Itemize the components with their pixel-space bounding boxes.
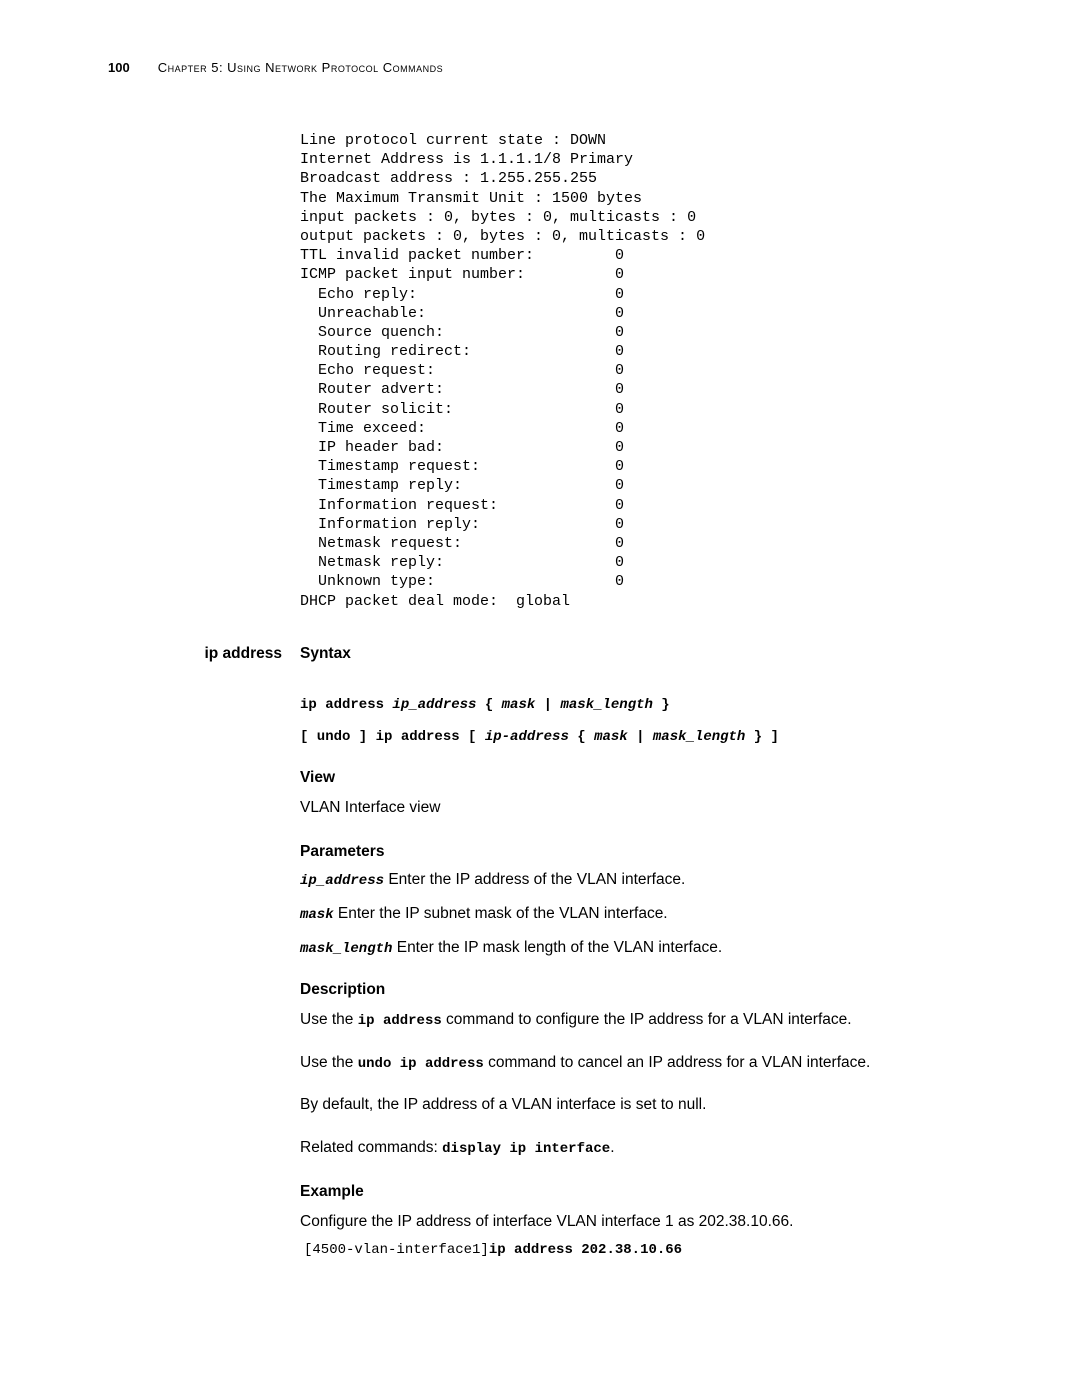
param-desc: Enter the IP address of the VLAN interfa… xyxy=(384,871,685,888)
param-name: mask_length xyxy=(300,941,392,957)
syntax-arg: ip_address xyxy=(392,697,476,713)
inline-code: undo ip address xyxy=(358,1056,484,1072)
description-p3: By default, the IP address of a VLAN int… xyxy=(300,1094,972,1116)
view-heading: View xyxy=(300,769,972,787)
param-name: ip_address xyxy=(300,873,384,889)
syntax-cmd: ip address xyxy=(300,697,392,713)
syntax-arg: ip-address xyxy=(485,729,569,745)
text: Use the xyxy=(300,1054,358,1071)
param-name: mask xyxy=(300,907,334,923)
inline-code: display ip interface xyxy=(442,1141,610,1157)
text: Related commands: xyxy=(300,1139,442,1156)
terminal-output: Line protocol current state : DOWN Inter… xyxy=(300,131,972,611)
syntax-text: | xyxy=(628,729,653,745)
syntax-arg: mask_length xyxy=(560,697,652,713)
example-heading: Example xyxy=(300,1183,972,1201)
text: command to cancel an IP address for a VL… xyxy=(484,1054,871,1071)
page-number: 100 xyxy=(108,60,130,75)
example-cmd: ip address 202.38.10.66 xyxy=(489,1242,682,1258)
syntax-text: } ] xyxy=(745,729,779,745)
syntax-text: } xyxy=(653,697,670,713)
view-text: VLAN Interface view xyxy=(300,797,972,819)
description-heading: Description xyxy=(300,981,972,999)
content: Line protocol current state : DOWN Inter… xyxy=(0,131,1080,1258)
text: command to configure the IP address for … xyxy=(442,1011,852,1028)
example-code: [4500-vlan-interface1]ip address 202.38.… xyxy=(304,1242,972,1258)
text: Use the xyxy=(300,1011,358,1028)
syntax-heading: Syntax xyxy=(300,645,972,663)
inline-code: ip address xyxy=(358,1013,442,1029)
command-name: ip address xyxy=(108,645,300,663)
chapter-title: Chapter 5: Using Network Protocol Comman… xyxy=(158,60,443,75)
description-p4: Related commands: display ip interface. xyxy=(300,1137,972,1159)
syntax-line-1: ip address ip_address { mask | mask_leng… xyxy=(300,697,972,713)
command-heading-row: ip address Syntax xyxy=(108,645,972,673)
syntax-text: [ undo ] ip address [ xyxy=(300,729,485,745)
description-p2: Use the undo ip address command to cance… xyxy=(300,1052,972,1074)
syntax-text: | xyxy=(535,697,560,713)
description-p1: Use the ip address command to configure … xyxy=(300,1009,972,1031)
param-desc: Enter the IP mask length of the VLAN int… xyxy=(392,939,722,956)
syntax-text: { xyxy=(569,729,594,745)
param-desc: Enter the IP subnet mask of the VLAN int… xyxy=(334,905,668,922)
parameter-row: mask_length Enter the IP mask length of … xyxy=(300,939,972,957)
page-header: 100 Chapter 5: Using Network Protocol Co… xyxy=(0,60,1080,75)
syntax-text: { xyxy=(476,697,501,713)
syntax-arg: mask xyxy=(594,729,628,745)
parameter-row: mask Enter the IP subnet mask of the VLA… xyxy=(300,905,972,923)
syntax-line-2: [ undo ] ip address [ ip-address { mask … xyxy=(300,729,972,745)
syntax-arg: mask_length xyxy=(653,729,745,745)
parameter-row: ip_address Enter the IP address of the V… xyxy=(300,871,972,889)
parameters-heading: Parameters xyxy=(300,843,972,861)
text: . xyxy=(610,1139,614,1156)
example-text: Configure the IP address of interface VL… xyxy=(300,1211,972,1233)
prompt: [4500-vlan-interface1] xyxy=(304,1242,489,1258)
syntax-arg: mask xyxy=(502,697,536,713)
